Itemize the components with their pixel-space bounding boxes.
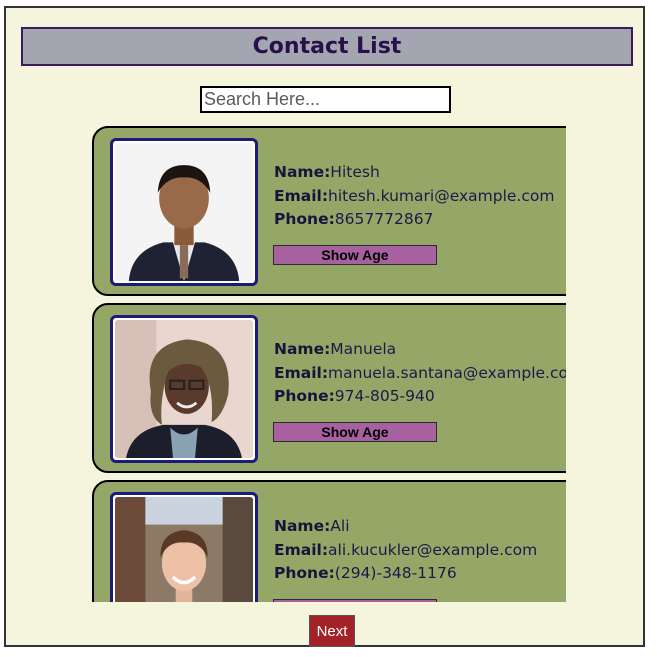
app-frame: Contact List Name:Hitesh Email:hitesh.ku…: [4, 6, 645, 647]
phone-label: Phone:: [274, 210, 335, 228]
contact-name: Hitesh: [330, 163, 380, 181]
contact-name: Ali: [330, 517, 350, 535]
page-title: Contact List: [252, 34, 402, 59]
contact-email: ali.kucukler@example.com: [328, 540, 538, 559]
avatar: [110, 138, 258, 286]
contact-phone: (294)-348-1176: [334, 564, 457, 582]
email-label: Email:: [274, 186, 329, 205]
contact-info: Name:Hitesh Email:hitesh.kumari@example.…: [274, 161, 554, 232]
name-label: Name:: [274, 517, 331, 535]
contact-list[interactable]: Name:Hitesh Email:hitesh.kumari@example.…: [92, 124, 566, 602]
portrait-photo-icon: [115, 320, 253, 458]
contact-info: Name:Manuela Email:manuela.santana@examp…: [274, 338, 566, 409]
page-header: Contact List: [21, 27, 633, 66]
contact-card: Name:Manuela Email:manuela.santana@examp…: [92, 303, 566, 473]
phone-label: Phone:: [274, 387, 335, 405]
contact-info: Name:Ali Email:ali.kucukler@example.com …: [274, 515, 537, 586]
contact-email: hitesh.kumari@example.com: [328, 186, 555, 205]
avatar: [110, 492, 258, 602]
contact-phone: 8657772867: [334, 210, 434, 228]
contact-email: manuela.santana@example.com: [328, 363, 566, 382]
show-age-button[interactable]: Show Age: [273, 599, 437, 602]
contact-phone: 974-805-940: [334, 387, 435, 405]
email-label: Email:: [274, 363, 329, 382]
name-label: Name:: [274, 163, 331, 181]
contact-card: Name:Hitesh Email:hitesh.kumari@example.…: [92, 126, 566, 296]
contact-name: Manuela: [330, 340, 397, 358]
portrait-photo-icon: [115, 143, 253, 281]
phone-label: Phone:: [274, 564, 335, 582]
show-age-button[interactable]: Show Age: [273, 422, 437, 442]
search-input[interactable]: [200, 86, 451, 113]
contact-card: Name:Ali Email:ali.kucukler@example.com …: [92, 480, 566, 602]
email-label: Email:: [274, 540, 329, 559]
next-page-button[interactable]: Next: [309, 615, 355, 647]
portrait-photo-icon: [115, 497, 253, 602]
avatar: [110, 315, 258, 463]
name-label: Name:: [274, 340, 331, 358]
show-age-button[interactable]: Show Age: [273, 245, 437, 265]
